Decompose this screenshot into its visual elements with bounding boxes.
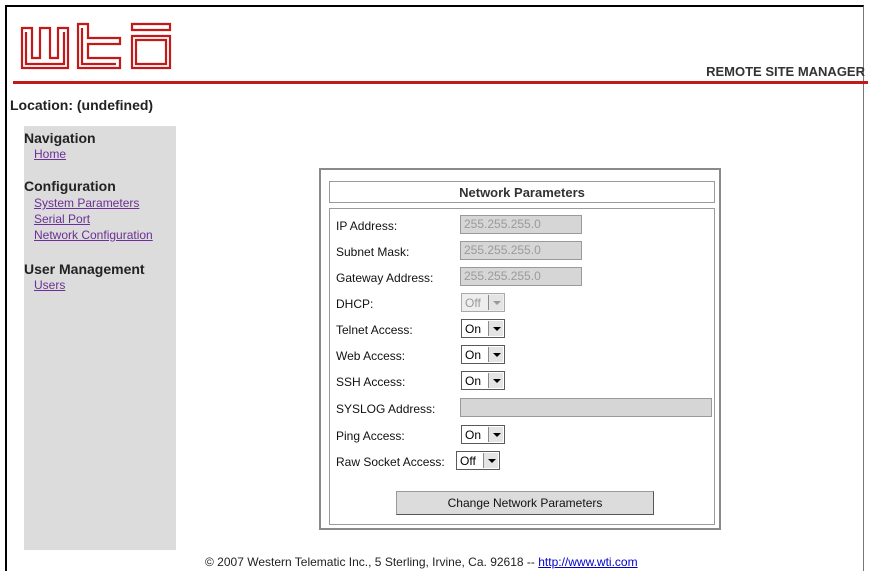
- header-divider: [13, 81, 868, 84]
- network-parameters-panel: Network Parameters IP Address: 255.255.2…: [319, 168, 721, 530]
- chevron-down-icon: [488, 321, 503, 336]
- ssh-access-label: SSH Access:: [336, 375, 406, 389]
- telnet-access-label: Telnet Access:: [336, 323, 413, 337]
- telnet-access-select[interactable]: On: [461, 319, 505, 338]
- sidebar-item-network-configuration[interactable]: Network Configuration: [34, 228, 153, 242]
- nav-heading-user-management: User Management: [24, 261, 145, 277]
- sidebar-item-home[interactable]: Home: [34, 147, 66, 161]
- raw-socket-access-value: Off: [460, 454, 476, 468]
- sidebar-item-serial-port[interactable]: Serial Port: [34, 212, 90, 226]
- ssh-access-select[interactable]: On: [461, 371, 505, 390]
- chevron-down-icon: [488, 295, 503, 310]
- sidebar-item-users[interactable]: Users: [34, 278, 65, 292]
- ip-address-label: IP Address:: [336, 219, 398, 233]
- location-line: Location: (undefined): [10, 97, 153, 113]
- panel-title: Network Parameters: [329, 181, 715, 203]
- syslog-address-field[interactable]: [460, 398, 712, 417]
- gateway-address-field[interactable]: 255.255.255.0: [460, 267, 582, 286]
- footer: © 2007 Western Telematic Inc., 5 Sterlin…: [205, 555, 638, 569]
- footer-link[interactable]: http://www.wti.com: [538, 555, 637, 569]
- subnet-mask-label: Subnet Mask:: [336, 245, 410, 259]
- sidebar-item-system-parameters[interactable]: System Parameters: [34, 196, 139, 210]
- ping-access-label: Ping Access:: [336, 429, 405, 443]
- gateway-address-label: Gateway Address:: [336, 271, 434, 285]
- sidebar: Navigation Home Configuration System Par…: [24, 126, 176, 550]
- wti-logo: [20, 22, 172, 70]
- nav-heading-configuration: Configuration: [24, 178, 116, 194]
- web-access-value: On: [465, 348, 482, 362]
- dhcp-select[interactable]: Off: [461, 293, 505, 312]
- chevron-down-icon: [488, 373, 503, 388]
- ping-access-value: On: [465, 428, 482, 442]
- subnet-mask-field[interactable]: 255.255.255.0: [460, 241, 582, 260]
- raw-socket-access-label: Raw Socket Access:: [336, 455, 445, 469]
- ping-access-select[interactable]: On: [461, 425, 505, 444]
- change-network-parameters-button[interactable]: Change Network Parameters: [396, 491, 654, 515]
- web-access-label: Web Access:: [336, 349, 406, 363]
- syslog-address-label: SYSLOG Address:: [336, 402, 436, 416]
- nav-heading-navigation: Navigation: [24, 130, 96, 146]
- panel-body: IP Address: 255.255.255.0 Subnet Mask: 2…: [329, 208, 715, 525]
- location-value: (undefined): [76, 97, 154, 113]
- app-title: REMOTE SITE MANAGER: [706, 64, 865, 79]
- chevron-down-icon: [483, 453, 498, 468]
- location-label: Location:: [10, 97, 73, 113]
- footer-text: © 2007 Western Telematic Inc., 5 Sterlin…: [205, 555, 539, 569]
- chevron-down-icon: [488, 347, 503, 362]
- telnet-access-value: On: [465, 322, 482, 336]
- raw-socket-access-select[interactable]: Off: [456, 451, 500, 470]
- dhcp-label: DHCP:: [336, 297, 374, 311]
- ip-address-field[interactable]: 255.255.255.0: [460, 215, 582, 234]
- chevron-down-icon: [488, 427, 503, 442]
- ssh-access-value: On: [465, 374, 482, 388]
- dhcp-value: Off: [465, 296, 481, 310]
- web-access-select[interactable]: On: [461, 345, 505, 364]
